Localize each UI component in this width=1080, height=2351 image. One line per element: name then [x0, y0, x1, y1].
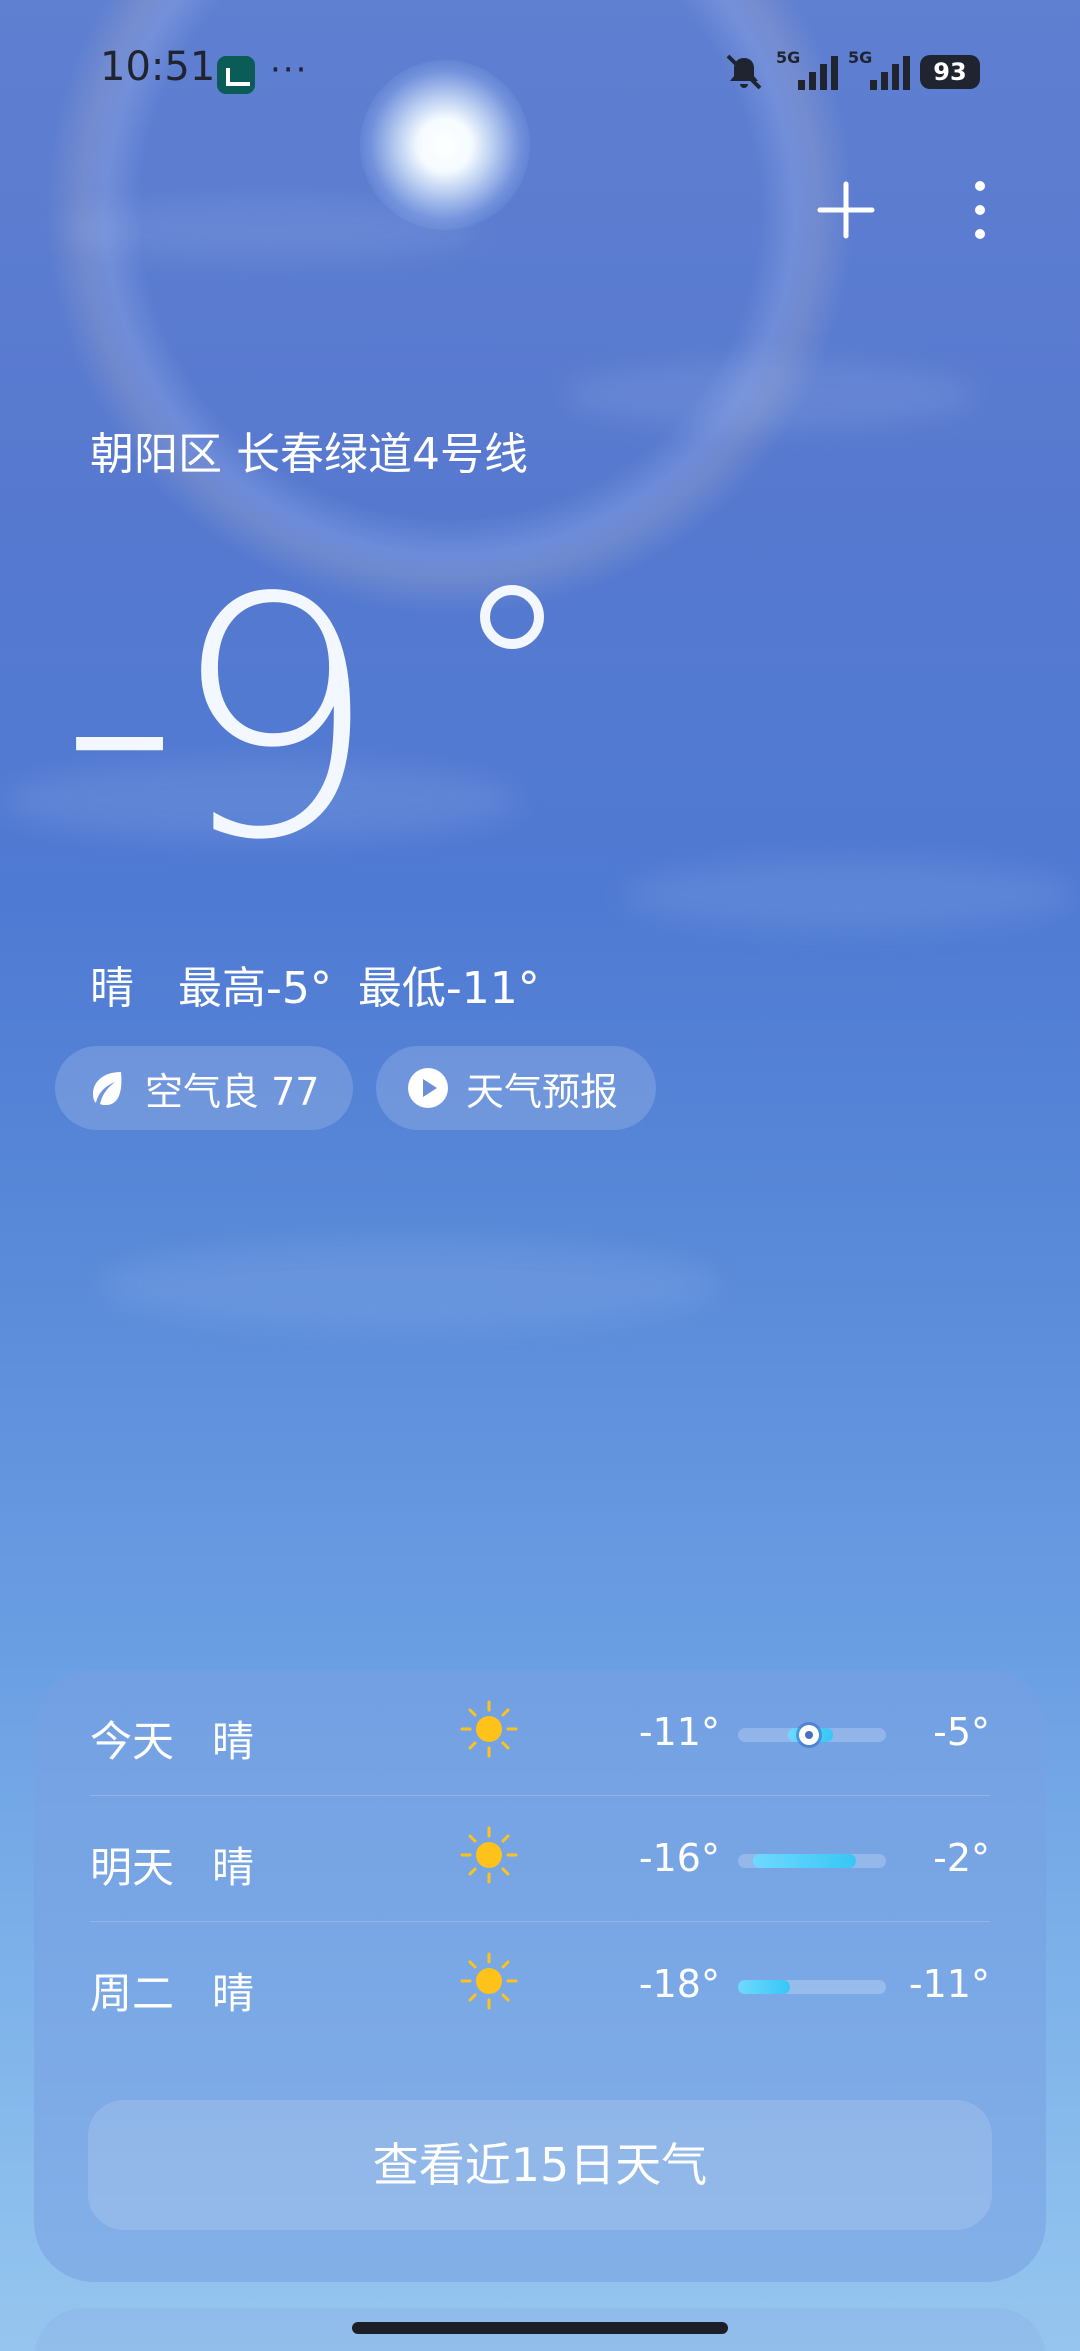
weather-screen: 10:51 ··· 5G 5G 93 朝阳区 长春绿道4号线 -9 晴 最高-5…: [0, 0, 1080, 2351]
max-temperature: -2°: [933, 1836, 990, 1880]
current-summary: 晴 最高-5° 最低-11°: [90, 952, 570, 1016]
network-type-label: 5G: [848, 48, 873, 67]
weather-forecast-label: 天气预报: [466, 1069, 619, 1114]
app-notification-icon: [217, 56, 255, 94]
current-temperature: -9: [60, 528, 379, 912]
plus-icon: [817, 181, 875, 239]
forecast-row-tomorrow[interactable]: 明天 晴 -16° -2°: [34, 1796, 1046, 1922]
max-temperature: -5°: [933, 1710, 990, 1754]
more-notifications-icon: ···: [270, 50, 309, 90]
cloud: [100, 1240, 720, 1330]
forecast-row-today[interactable]: 今天 晴 -11° -5°: [34, 1670, 1046, 1796]
signal-icon: 5G: [848, 48, 910, 92]
more-options-button[interactable]: [940, 170, 1020, 250]
sun-icon: [460, 1700, 518, 1758]
temperature-range-bar: [738, 1980, 886, 1994]
sun-icon: [460, 1826, 518, 1884]
min-temperature: -16°: [638, 1836, 720, 1880]
min-temperature: -18°: [638, 1962, 720, 2006]
max-temperature: -11°: [908, 1962, 990, 2006]
day-name: 周二: [90, 1969, 175, 2018]
current-condition: 晴: [90, 963, 134, 1014]
day-condition: 晴: [212, 1843, 255, 1892]
cloud: [560, 360, 980, 430]
temperature-range-bar: [738, 1725, 886, 1745]
high-temperature: 最高-5°: [178, 963, 332, 1014]
cloud: [620, 860, 1080, 930]
day-name: 今天: [90, 1717, 175, 1766]
temperature-range-fill: [752, 1854, 857, 1868]
status-bar: 10:51 ··· 5G 5G 93: [0, 0, 1080, 140]
clock: 10:51: [100, 44, 216, 90]
more-vertical-icon: [975, 181, 985, 239]
daily-forecast-card: 今天 晴 -11° -5° 明天 晴 -16° -2° 周二 晴 -18° -1…: [34, 1670, 1046, 2282]
current-temperature-marker: [799, 1725, 820, 1745]
play-icon: [408, 1068, 448, 1108]
bell-muted-icon: [726, 54, 762, 90]
temperature-range-fill: [738, 1980, 790, 1994]
home-indicator[interactable]: [352, 2322, 728, 2334]
air-quality-chip[interactable]: 空气良 77: [55, 1046, 353, 1130]
add-city-button[interactable]: [806, 170, 886, 250]
temperature-range-bar: [738, 1854, 886, 1868]
location-title[interactable]: 朝阳区 长春绿道4号线: [90, 418, 528, 482]
forecast-row-tuesday[interactable]: 周二 晴 -18° -11°: [34, 1922, 1046, 2048]
day-condition: 晴: [212, 1969, 255, 2018]
weather-forecast-chip[interactable]: 天气预报: [376, 1046, 656, 1130]
network-type-label: 5G: [776, 48, 801, 67]
day-name: 明天: [90, 1843, 175, 1892]
air-quality-label: 空气良 77: [145, 1069, 320, 1114]
degree-symbol: [480, 585, 544, 649]
leaf-icon: [93, 1072, 122, 1105]
day-condition: 晴: [212, 1717, 255, 1766]
sun-icon: [460, 1952, 518, 2010]
battery-icon: 93: [920, 55, 980, 89]
signal-icon: 5G: [776, 48, 838, 92]
view-15-day-forecast-button[interactable]: 查看近15日天气: [88, 2100, 992, 2230]
min-temperature: -11°: [638, 1710, 720, 1754]
low-temperature: 最低-11°: [357, 963, 540, 1014]
system-icons: 5G 5G 93: [722, 48, 980, 94]
